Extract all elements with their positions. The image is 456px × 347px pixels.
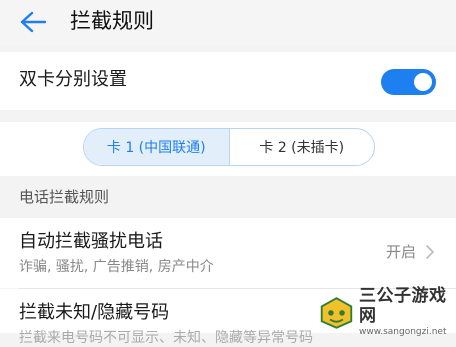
back-arrow-icon[interactable] [18, 7, 48, 37]
block-unknown-title: 拦截未知/隐藏号码 [19, 302, 170, 323]
dual-card-toggle[interactable] [381, 69, 436, 95]
auto-block-harassment-row[interactable]: 自动拦截骚扰电话 诈骗, 骚扰, 广告推销, 房产中介 开启 [0, 218, 456, 288]
watermark-name: 三公子游戏网 [358, 285, 447, 326]
site-watermark: 三公子游戏网 www.sangongzi.net [318, 286, 456, 337]
watermark-url: www.sangongzi.net [358, 326, 447, 337]
sim-selector-area: 卡 1 (中国联通) 卡 2 (未插卡) [0, 122, 456, 176]
section-header-call-rules: 电话拦截规则 [19, 188, 110, 206]
dual-card-label: 双卡分别设置 [19, 69, 127, 90]
toggle-knob [414, 73, 432, 91]
chevron-right-icon [426, 245, 434, 259]
game-logo-icon [320, 296, 353, 329]
dual-card-setting-row: 双卡分别设置 [0, 52, 456, 110]
block-unknown-subtitle: 拦截来电号码不可显示、未知、隐藏等异常号码 [19, 330, 313, 346]
sim-segmented-control: 卡 1 (中国联通) 卡 2 (未插卡) [83, 128, 375, 166]
auto-block-subtitle: 诈骗, 骚扰, 广告推销, 房产中介 [19, 259, 214, 275]
tab-sim-2[interactable]: 卡 2 (未插卡) [230, 129, 375, 165]
auto-block-status: 开启 [386, 243, 417, 261]
top-app-bar: 拦截规则 [0, 0, 456, 46]
auto-block-title: 自动拦截骚扰电话 [19, 231, 163, 252]
tab-sim-1[interactable]: 卡 1 (中国联通) [84, 129, 230, 165]
page-title: 拦截规则 [70, 9, 154, 33]
